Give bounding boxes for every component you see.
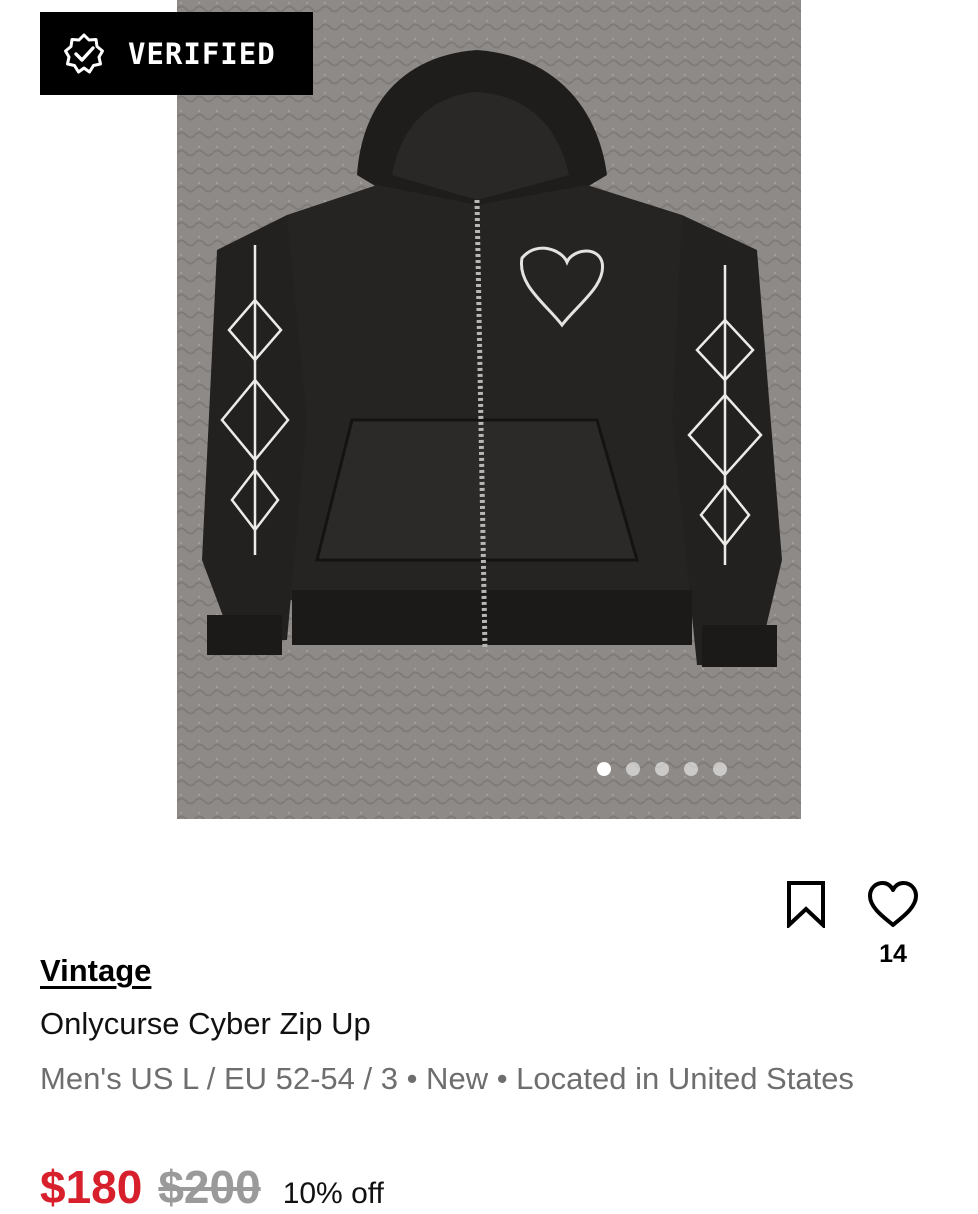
hoodie-image xyxy=(177,0,801,819)
product-photo[interactable] xyxy=(177,0,801,819)
bookmark-icon xyxy=(787,881,825,928)
verified-badge: VERIFIED xyxy=(40,12,313,95)
carousel-dot[interactable] xyxy=(655,762,669,776)
carousel-dot[interactable] xyxy=(713,762,727,776)
heart-icon xyxy=(868,881,918,927)
carousel-dot[interactable] xyxy=(626,762,640,776)
carousel-dot[interactable] xyxy=(684,762,698,776)
listing-meta: Men's US L / EU 52-54 / 3 • New • Locate… xyxy=(40,1061,854,1096)
price-row: $180 $200 10% off xyxy=(40,1160,384,1214)
brand-link[interactable]: Vintage xyxy=(40,953,151,989)
like-button[interactable] xyxy=(866,880,920,930)
current-price: $180 xyxy=(40,1161,143,1213)
listing-title: Onlycurse Cyber Zip Up xyxy=(40,1006,371,1041)
original-price: $200 xyxy=(158,1161,261,1213)
verified-label: VERIFIED xyxy=(128,36,276,71)
like-count: 14 xyxy=(879,940,907,968)
verified-check-icon xyxy=(64,33,104,73)
save-button[interactable] xyxy=(785,880,827,928)
discount-label: 10% off xyxy=(282,1177,384,1210)
carousel-dots xyxy=(597,762,727,776)
carousel-dot-active[interactable] xyxy=(597,762,611,776)
